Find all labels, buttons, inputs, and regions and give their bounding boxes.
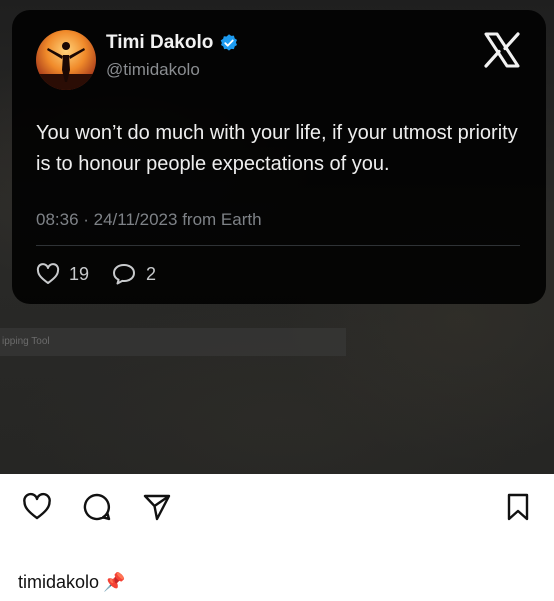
- like-stat[interactable]: 19: [36, 263, 89, 285]
- tweet-card: Timi Dakolo @timidakolo You won’t do muc…: [12, 10, 546, 304]
- like-count: 19: [69, 263, 90, 284]
- post-action-bar: [0, 474, 554, 538]
- x-logo-icon[interactable]: [482, 30, 522, 70]
- heart-icon[interactable]: [22, 492, 52, 522]
- reply-count: 2: [146, 263, 157, 284]
- avatar-silhouette-icon: [36, 42, 96, 90]
- heart-icon: [36, 263, 60, 284]
- caption-username[interactable]: timidakolo: [18, 572, 99, 593]
- post-image: ipping Tool Timi Dakolo @timidakolo You …: [0, 0, 554, 474]
- send-icon[interactable]: [142, 492, 172, 522]
- verified-badge-icon: [221, 34, 238, 51]
- divider: [36, 245, 520, 246]
- speech-bubble-icon: [113, 264, 136, 285]
- snipping-tool-label: ipping Tool: [2, 336, 50, 347]
- author-name[interactable]: Timi Dakolo: [106, 32, 213, 54]
- post-caption: timidakolo 📌: [18, 572, 125, 593]
- tweet-timestamp[interactable]: 08:36 · 24/11/2023 from Earth: [36, 210, 262, 230]
- pushpin-icon: 📌: [103, 572, 126, 592]
- bookmark-icon[interactable]: [503, 492, 533, 522]
- tweet-text: You won’t do much with your life, if you…: [36, 122, 518, 175]
- snipping-tool-overlay: ipping Tool: [0, 328, 346, 356]
- tweet-stats: 19 2: [36, 262, 178, 286]
- author-row: Timi Dakolo: [106, 32, 239, 54]
- author-handle[interactable]: @timidakolo: [106, 60, 200, 80]
- reply-stat[interactable]: 2: [111, 262, 156, 286]
- comment-icon[interactable]: [82, 492, 112, 522]
- avatar: [36, 30, 96, 90]
